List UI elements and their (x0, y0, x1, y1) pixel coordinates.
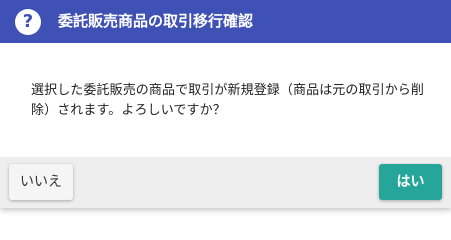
footer-strip (0, 204, 451, 208)
yes-button[interactable]: はい (379, 164, 442, 200)
no-button[interactable]: いいえ (9, 164, 73, 200)
dialog-message: 選択した委託販売の商品で取引が新規登録（商品は元の取引から削除）されます。よろし… (31, 83, 425, 118)
confirmation-dialog: ? 委託販売商品の取引移行確認 選択した委託販売の商品で取引が新規登録（商品は元… (0, 0, 451, 208)
dialog-header: ? 委託販売商品の取引移行確認 (0, 0, 451, 43)
question-circle-icon: ? (15, 9, 41, 35)
dialog-title: 委託販売商品の取引移行確認 (58, 12, 254, 30)
